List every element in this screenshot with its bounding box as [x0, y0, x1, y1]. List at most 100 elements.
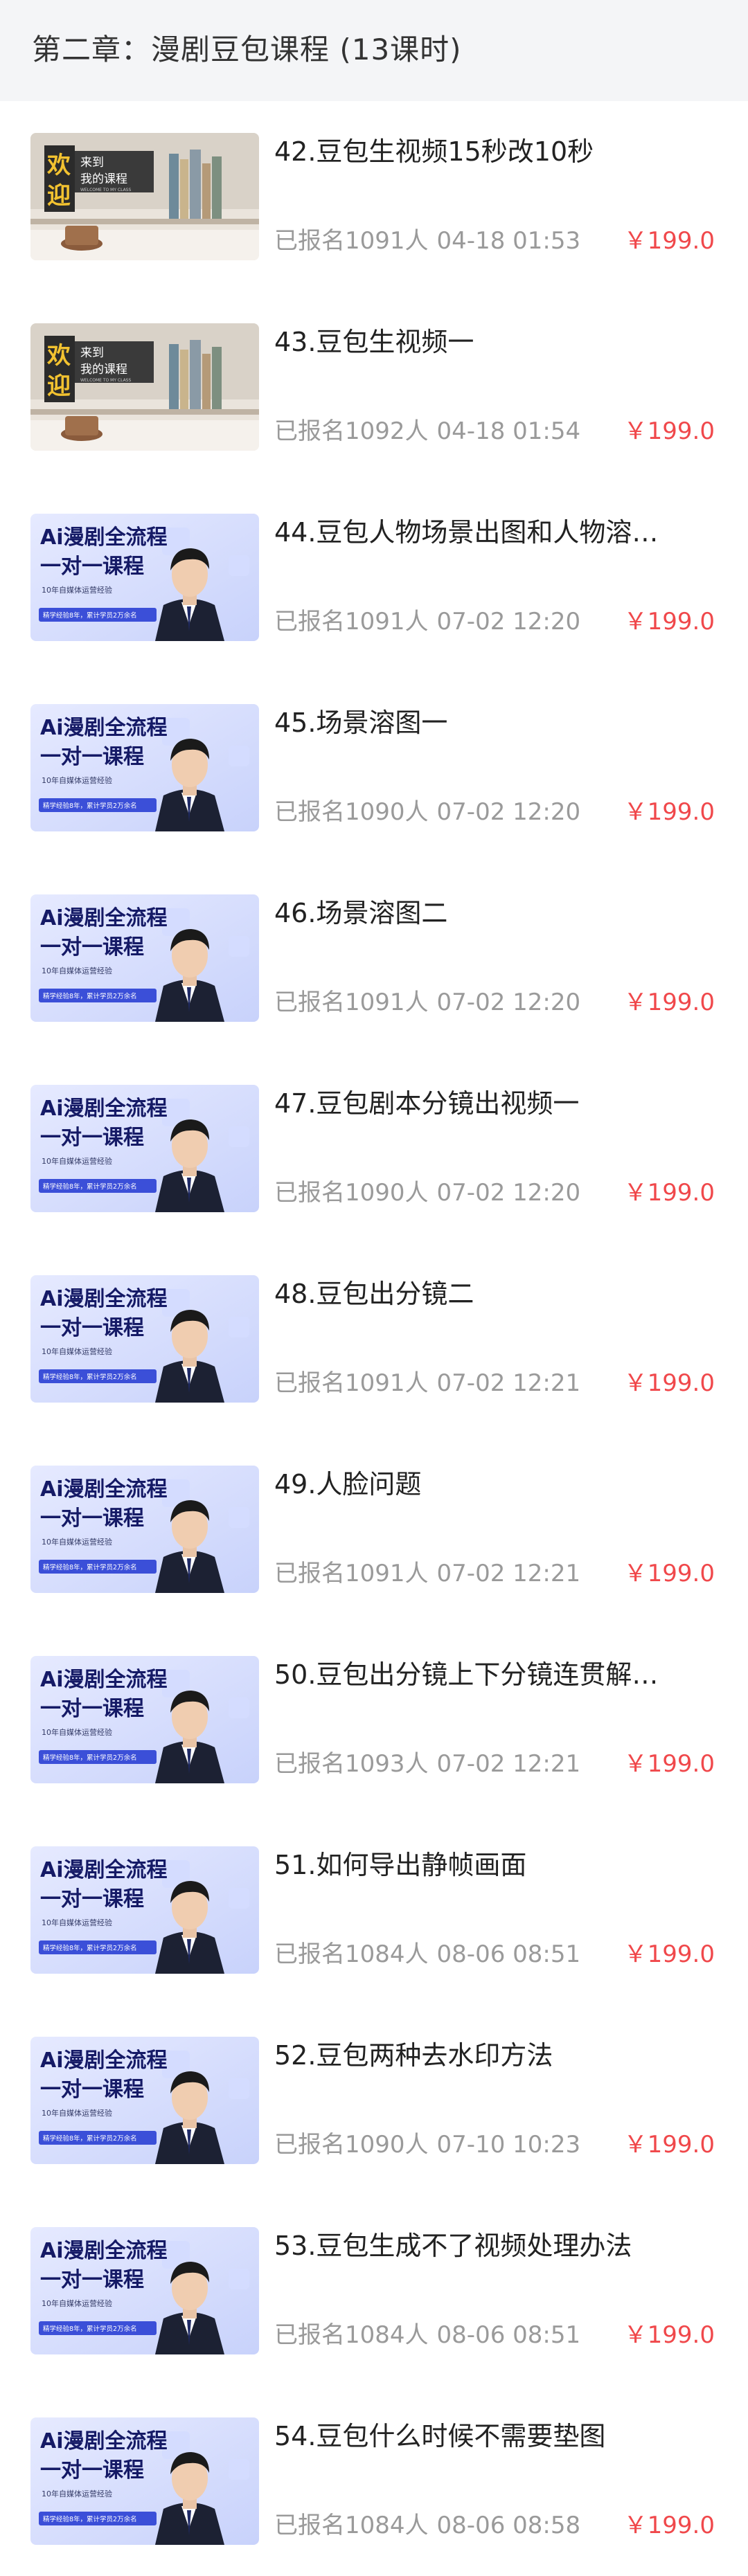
course-meta: 已报名1091人 07-02 12:21 [274, 1557, 580, 1590]
ai-subtitle: 10年自媒体运营经验 [42, 2108, 112, 2118]
ai-title-line1: Ai漫剧全流程 [40, 525, 168, 550]
course-meta: 已报名1090人 07-10 10:23 [274, 2128, 580, 2161]
course-item[interactable]: Ai漫剧全流程 一对一课程 10年自媒体运营经验 精学经验8年，累计学员2万余名… [0, 1814, 748, 2005]
ai-badge-text: 精学经验8年，累计学员2万余名 [43, 1754, 137, 1762]
ai-title-line2: 一对一课程 [40, 745, 144, 769]
enrolled-count: 已报名1084人 [274, 1940, 429, 1968]
enrolled-count: 已报名1084人 [274, 2321, 429, 2349]
course-price: ￥199.0 [623, 1940, 715, 1968]
ai-title-line1: Ai漫剧全流程 [40, 1287, 168, 1311]
ai-title-line1: Ai漫剧全流程 [40, 2048, 168, 2073]
course-title: 54.豆包什么时候不需要垫图 [274, 2421, 606, 2451]
course-meta: 已报名1092人 04-18 01:54 [274, 415, 580, 448]
ai-badge-text: 精学经验8年，累计学员2万余名 [43, 2325, 137, 2333]
course-price: ￥199.0 [623, 2131, 715, 2159]
ai-course-thumbnail[interactable]: Ai漫剧全流程 一对一课程 10年自媒体运营经验 精学经验8年，累计学员2万余名 [30, 894, 259, 1022]
welcome-course-thumbnail[interactable]: 欢 迎 来到 我的课程 WELCOME TO MY CLASS [30, 323, 259, 451]
course-meta: 已报名1091人 07-02 12:21 [274, 1367, 580, 1400]
ai-subtitle: 10年自媒体运营经验 [42, 966, 112, 975]
ai-subtitle: 10年自媒体运营经验 [42, 2298, 112, 2308]
course-item[interactable]: Ai漫剧全流程 一对一课程 10年自媒体运营经验 精学经验8年，累计学员2万余名… [0, 482, 748, 672]
course-meta: 已报名1091人 07-02 12:20 [274, 986, 580, 1019]
ai-badge-text: 精学经验8年，累计学员2万余名 [43, 1182, 137, 1191]
course-date: 07-02 12:20 [436, 798, 581, 826]
ai-course-thumbnail[interactable]: Ai漫剧全流程 一对一课程 10年自媒体运营经验 精学经验8年，累计学员2万余名 [30, 1275, 259, 1403]
enrolled-count: 已报名1093人 [274, 1750, 429, 1778]
ai-course-thumbnail[interactable]: Ai漫剧全流程 一对一课程 10年自媒体运营经验 精学经验8年，累计学员2万余名 [30, 2037, 259, 2164]
welcome-big-text: 欢 [46, 152, 71, 179]
course-price: ￥199.0 [623, 989, 715, 1016]
course-price: ￥199.0 [623, 608, 715, 636]
enrolled-count: 已报名1092人 [274, 417, 429, 445]
course-title: 48.豆包出分镜二 [274, 1279, 474, 1309]
welcome-to-text: 来到 [80, 156, 104, 170]
ai-course-thumbnail[interactable]: Ai漫剧全流程 一对一课程 10年自媒体运营经验 精学经验8年，累计学员2万余名 [30, 2227, 259, 2354]
ai-course-thumbnail[interactable]: Ai漫剧全流程 一对一课程 10年自媒体运营经验 精学经验8年，累计学员2万余名 [30, 704, 259, 831]
ai-course-thumbnail[interactable]: Ai漫剧全流程 一对一课程 10年自媒体运营经验 精学经验8年，累计学员2万余名 [30, 1085, 259, 1212]
course-price: ￥199.0 [623, 227, 715, 255]
ai-subtitle: 10年自媒体运营经验 [42, 1156, 112, 1166]
enrolled-count: 已报名1090人 [274, 2131, 429, 2159]
welcome-course-thumbnail[interactable]: 欢 迎 来到 我的课程 WELCOME TO MY CLASS [30, 133, 259, 260]
course-date: 07-02 12:21 [436, 1369, 581, 1397]
course-meta: 已报名1090人 07-02 12:20 [274, 795, 580, 829]
welcome-course-text: 我的课程 [80, 363, 127, 377]
course-meta: 已报名1091人 04-18 01:53 [274, 224, 580, 258]
course-title: 51.如何导出静帧画面 [274, 1850, 527, 1880]
ai-course-thumbnail[interactable]: Ai漫剧全流程 一对一课程 10年自媒体运营经验 精学经验8年，累计学员2万余名 [30, 1656, 259, 1783]
ai-title-line2: 一对一课程 [40, 1697, 144, 1721]
welcome-big-text: 欢 [46, 342, 71, 370]
course-date: 07-10 10:23 [436, 2131, 581, 2159]
ai-title-line2: 一对一课程 [40, 1506, 144, 1531]
ai-course-thumbnail[interactable]: Ai漫剧全流程 一对一课程 10年自媒体运营经验 精学经验8年，累计学员2万余名 [30, 1466, 259, 1593]
course-item[interactable]: 欢 迎 来到 我的课程 WELCOME TO MY CLASS 43.豆包生视频… [0, 291, 748, 482]
ai-title-line2: 一对一课程 [40, 1316, 144, 1340]
course-price: ￥199.0 [623, 1369, 715, 1397]
course-item[interactable]: Ai漫剧全流程 一对一课程 10年自媒体运营经验 精学经验8年，累计学员2万余名… [0, 1624, 748, 1814]
course-meta: 已报名1090人 07-02 12:20 [274, 1176, 580, 1209]
course-date: 04-18 01:54 [436, 417, 581, 445]
course-price: ￥199.0 [623, 1179, 715, 1207]
course-item[interactable]: Ai漫剧全流程 一对一课程 10年自媒体运营经验 精学经验8年，累计学员2万余名… [0, 1053, 748, 1243]
course-item[interactable]: Ai漫剧全流程 一对一课程 10年自媒体运营经验 精学经验8年，累计学员2万余名… [0, 1434, 748, 1624]
course-date: 07-02 12:20 [436, 608, 581, 636]
course-date: 08-06 08:58 [436, 2512, 581, 2539]
course-item[interactable]: 欢 迎 来到 我的课程 WELCOME TO MY CLASS 42.豆包生视频… [0, 101, 748, 291]
course-item[interactable]: Ai漫剧全流程 一对一课程 10年自媒体运营经验 精学经验8年，累计学员2万余名… [0, 863, 748, 1053]
ai-badge-text: 精学经验8年，累计学员2万余名 [43, 2515, 137, 2523]
course-title: 45.场景溶图一 [274, 708, 448, 738]
course-item[interactable]: Ai漫剧全流程 一对一课程 10年自媒体运营经验 精学经验8年，累计学员2万余名… [0, 2005, 748, 2195]
course-item[interactable]: Ai漫剧全流程 一对一课程 10年自媒体运营经验 精学经验8年，累计学员2万余名… [0, 672, 748, 863]
ai-badge-text: 精学经验8年，累计学员2万余名 [43, 1373, 137, 1381]
course-date: 07-02 12:20 [436, 989, 581, 1016]
welcome-to-text: 来到 [80, 346, 104, 360]
enrolled-count: 已报名1084人 [274, 2512, 429, 2539]
ai-badge-text: 精学经验8年，累计学员2万余名 [43, 1563, 137, 1571]
course-item[interactable]: Ai漫剧全流程 一对一课程 10年自媒体运营经验 精学经验8年，累计学员2万余名… [0, 1243, 748, 1434]
course-title: 52.豆包两种去水印方法 [274, 2040, 553, 2071]
ai-subtitle: 10年自媒体运营经验 [42, 1537, 112, 1547]
ai-title-line1: Ai漫剧全流程 [40, 716, 168, 740]
course-title: 43.豆包生视频一 [274, 327, 474, 357]
ai-title-line2: 一对一课程 [40, 555, 144, 579]
course-item[interactable]: Ai漫剧全流程 一对一课程 10年自媒体运营经验 精学经验8年，累计学员2万余名… [0, 2386, 748, 2576]
welcome-big-text: 迎 [47, 372, 71, 400]
ai-subtitle: 10年自媒体运营经验 [42, 1918, 112, 1927]
ai-title-line1: Ai漫剧全流程 [40, 1668, 168, 1692]
enrolled-count: 已报名1091人 [274, 1560, 429, 1587]
course-meta: 已报名1091人 07-02 12:20 [274, 605, 580, 638]
course-date: 04-18 01:53 [436, 227, 581, 255]
course-price: ￥199.0 [623, 2321, 715, 2349]
course-price: ￥199.0 [623, 1560, 715, 1587]
ai-course-thumbnail[interactable]: Ai漫剧全流程 一对一课程 10年自媒体运营经验 精学经验8年，累计学员2万余名 [30, 2417, 259, 2545]
ai-course-thumbnail[interactable]: Ai漫剧全流程 一对一课程 10年自媒体运营经验 精学经验8年，累计学员2万余名 [30, 1846, 259, 1974]
ai-course-thumbnail[interactable]: Ai漫剧全流程 一对一课程 10年自媒体运营经验 精学经验8年，累计学员2万余名 [30, 514, 259, 641]
ai-title-line2: 一对一课程 [40, 2078, 144, 2102]
ai-subtitle: 10年自媒体运营经验 [42, 775, 112, 785]
course-title: 47.豆包剧本分镜出视频一 [274, 1088, 580, 1119]
course-title: 46.场景溶图二 [274, 898, 448, 928]
ai-subtitle: 10年自媒体运营经验 [42, 1727, 112, 1737]
course-item[interactable]: Ai漫剧全流程 一对一课程 10年自媒体运营经验 精学经验8年，累计学员2万余名… [0, 2195, 748, 2386]
ai-title-line2: 一对一课程 [40, 2268, 144, 2292]
course-meta: 已报名1084人 08-06 08:58 [274, 2509, 580, 2542]
